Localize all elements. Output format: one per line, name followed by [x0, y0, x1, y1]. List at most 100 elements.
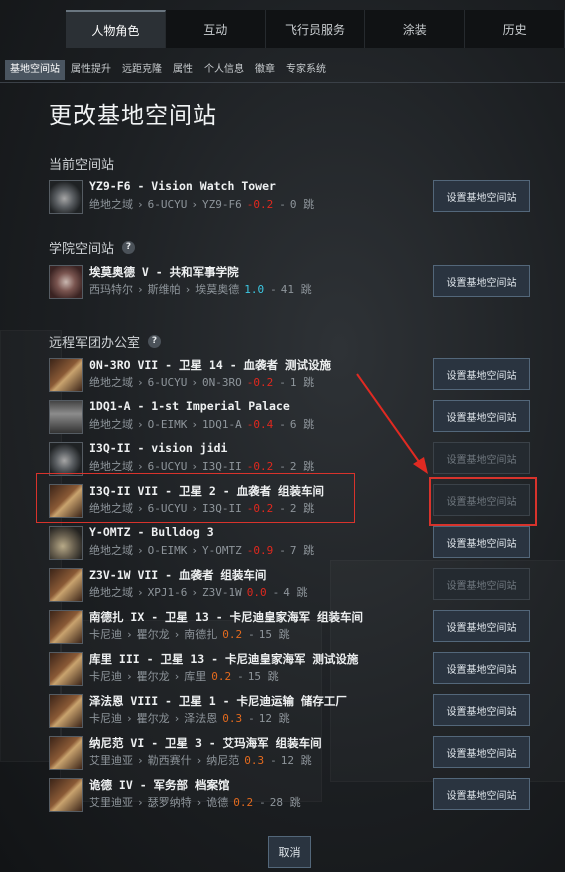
- help-icon[interactable]: ?: [122, 241, 136, 254]
- station-location: 卡尼迪 › 瞿尔龙 › 库里 0.2-15 跳: [89, 668, 279, 684]
- security-status: -0.9: [246, 544, 274, 557]
- location-dash: -: [272, 586, 280, 599]
- station-thumbnail[interactable]: [49, 694, 83, 728]
- set-home-station-button[interactable]: 设置基地空间站: [433, 652, 530, 684]
- jump-count: 7 跳: [289, 544, 315, 557]
- jump-count: 4 跳: [283, 586, 308, 599]
- set-home-station-button[interactable]: 设置基地空间站: [433, 442, 530, 474]
- location-system: 1DQ1-A: [202, 418, 242, 431]
- station-name[interactable]: 诡德 IV - 军务部 档案馆: [89, 777, 229, 793]
- location-region: 绝地之域: [89, 460, 133, 473]
- set-home-station-button[interactable]: 设置基地空间站: [433, 736, 530, 768]
- jump-count: 0 跳: [289, 198, 315, 211]
- tab-history[interactable]: 历史: [465, 10, 565, 48]
- location-separator: ›: [126, 712, 133, 725]
- jump-count: 41 跳: [280, 283, 312, 296]
- station-thumbnail[interactable]: [49, 180, 83, 214]
- subtab-personal-info[interactable]: 个人信息: [199, 60, 249, 80]
- security-status: 0.3: [222, 712, 243, 725]
- location-separator: ›: [173, 670, 181, 683]
- sub-nav: 基地空间站 属性提升 远距克隆 属性 个人信息 徽章 专家系统: [0, 58, 565, 82]
- station-name[interactable]: I3Q-II - vision jidi: [89, 441, 227, 455]
- station-name[interactable]: 埃莫奥德 V - 共和军事学院: [89, 264, 239, 280]
- set-home-station-button[interactable]: 设置基地空间站: [433, 358, 530, 390]
- location-system: 泽法恩: [184, 712, 218, 725]
- jump-count: 6 跳: [289, 418, 315, 431]
- location-constellation: 瞿尔龙: [136, 670, 170, 683]
- set-home-station-button[interactable]: 设置基地空间站: [433, 526, 530, 558]
- location-separator: ›: [195, 754, 203, 767]
- location-separator: ›: [137, 586, 144, 599]
- location-region: 绝地之域: [89, 418, 133, 431]
- station-thumbnail[interactable]: [49, 568, 83, 602]
- set-home-station-button[interactable]: 设置基地空间站: [433, 400, 530, 432]
- location-separator: ›: [137, 198, 144, 211]
- subtab-medals[interactable]: 徽章: [250, 60, 280, 80]
- tab-skins[interactable]: 涂装: [365, 10, 466, 48]
- station-thumbnail[interactable]: [49, 610, 83, 644]
- station-name[interactable]: 南德扎 IX - 卫星 13 - 卡尼迪皇家海军 组装车间: [89, 609, 363, 625]
- station-thumbnail[interactable]: [49, 442, 83, 476]
- location-region: 卡尼迪: [89, 670, 122, 683]
- location-separator: ›: [137, 376, 144, 389]
- station-name[interactable]: 1DQ1-A - 1-st Imperial Palace: [89, 399, 290, 413]
- station-thumbnail[interactable]: [49, 736, 83, 770]
- location-region: 西玛特尔: [89, 283, 133, 296]
- section-academy-station: 学院空间站 ?: [49, 238, 136, 257]
- security-status: -0.2: [246, 198, 274, 211]
- station-thumbnail[interactable]: [49, 778, 83, 812]
- subtab-attribute-boost[interactable]: 属性提升: [66, 60, 116, 80]
- station-name[interactable]: Z3V-1W VII - 血袭者 组装车间: [89, 567, 266, 583]
- location-dash: -: [248, 628, 255, 641]
- station-location: 绝地之域 › 6-UCYU › YZ9-F6 -0.2-0 跳: [89, 196, 314, 212]
- jump-count: 12 跳: [280, 754, 312, 767]
- station-thumbnail[interactable]: [49, 400, 83, 434]
- location-separator: ›: [191, 198, 198, 211]
- location-separator: ›: [191, 586, 198, 599]
- station-location: 艾里迪亚 › 瑟罗纳特 › 诡德 0.2-28 跳: [89, 794, 301, 810]
- security-status: -0.2: [246, 460, 274, 473]
- station-name[interactable]: YZ9-F6 - Vision Watch Tower: [89, 179, 276, 193]
- location-constellation: 6-UCYU: [147, 198, 188, 211]
- subtab-remote-clone[interactable]: 远距克隆: [117, 60, 167, 80]
- tab-character[interactable]: 人物角色: [66, 10, 166, 48]
- location-separator: ›: [137, 283, 144, 296]
- cancel-button[interactable]: 取消: [268, 836, 311, 868]
- subtab-home-station[interactable]: 基地空间站: [5, 60, 65, 80]
- section-current-station: 当前空间站: [49, 154, 114, 173]
- set-home-station-button[interactable]: 设置基地空间站: [433, 568, 530, 600]
- jump-count: 15 跳: [258, 628, 290, 641]
- subtab-expert-system[interactable]: 专家系统: [281, 60, 331, 80]
- location-system: 0N-3RO: [202, 376, 242, 389]
- station-name[interactable]: 泽法恩 VIII - 卫星 1 - 卡尼迪运输 储存工厂: [89, 693, 347, 709]
- location-separator: ›: [173, 712, 181, 725]
- station-name[interactable]: 0N-3RO VII - 卫星 14 - 血袭者 测试设施: [89, 357, 331, 373]
- set-home-station-button[interactable]: 设置基地空间站: [433, 694, 530, 726]
- station-thumbnail[interactable]: [49, 358, 83, 392]
- jump-count: 15 跳: [247, 670, 279, 683]
- station-location: 西玛特尔 › 斯维帕 › 埃莫奥德 1.0-41 跳: [89, 281, 312, 297]
- tab-pilot-services[interactable]: 飞行员服务: [266, 10, 366, 48]
- station-thumbnail[interactable]: [49, 265, 83, 299]
- station-name[interactable]: 库里 III - 卫星 13 - 卡尼迪皇家海军 测试设施: [89, 651, 358, 667]
- set-home-station-button[interactable]: 设置基地空间站: [433, 610, 530, 642]
- location-system: 诡德: [206, 796, 229, 809]
- subtab-attributes[interactable]: 属性: [168, 60, 198, 80]
- location-dash: -: [270, 283, 277, 296]
- set-home-station-button[interactable]: 设置基地空间站: [433, 265, 530, 297]
- location-constellation: 瑟罗纳特: [147, 796, 192, 809]
- station-thumbnail[interactable]: [49, 652, 83, 686]
- set-home-station-button[interactable]: 设置基地空间站: [433, 180, 530, 212]
- set-home-station-button[interactable]: 设置基地空间站: [433, 778, 530, 810]
- station-thumbnail[interactable]: [49, 526, 83, 560]
- section-remote-offices: 远程军团办公室 ?: [49, 332, 162, 351]
- station-name[interactable]: 纳尼范 VI - 卫星 3 - 艾玛海军 组装车间: [89, 735, 322, 751]
- help-icon[interactable]: ?: [148, 335, 162, 348]
- location-dash: -: [259, 796, 266, 809]
- station-name[interactable]: Y-OMTZ - Bulldog 3: [89, 525, 214, 539]
- security-status: -0.2: [246, 376, 274, 389]
- location-dash: -: [279, 376, 286, 389]
- divider: [0, 82, 565, 83]
- location-separator: ›: [191, 544, 198, 557]
- tab-interaction[interactable]: 互动: [166, 10, 266, 48]
